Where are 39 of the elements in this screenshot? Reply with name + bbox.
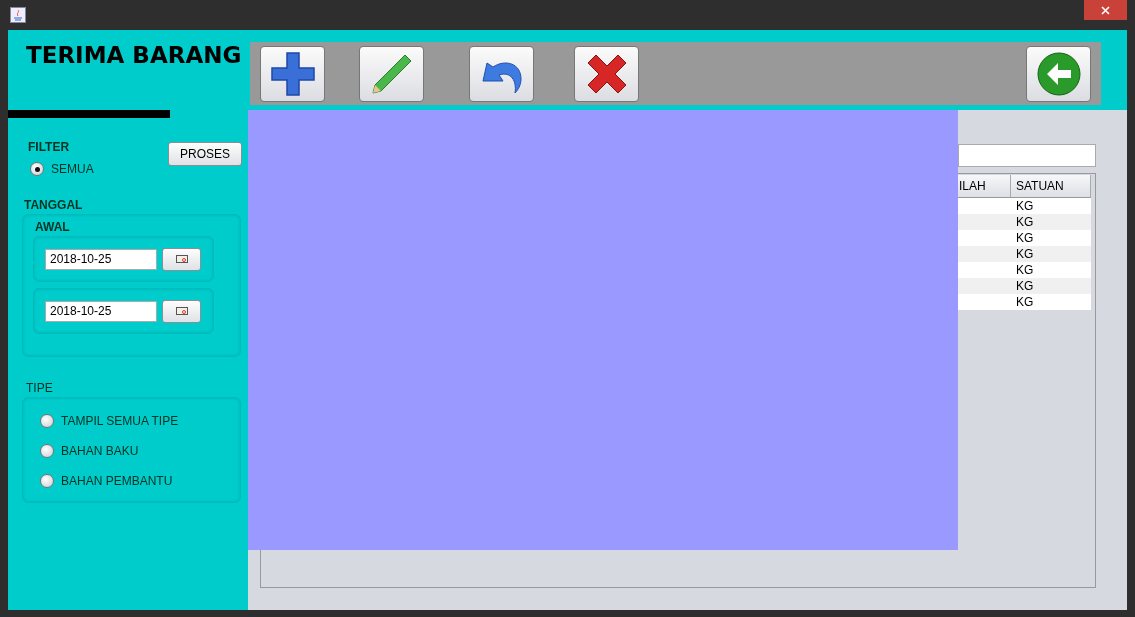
radio-button[interactable] bbox=[40, 414, 54, 428]
tanggal-label: TANGGAL bbox=[24, 198, 84, 212]
undo-button[interactable] bbox=[469, 45, 534, 102]
radio-label: SEMUA bbox=[51, 162, 94, 176]
column-header: ILAH bbox=[959, 175, 1011, 197]
close-button[interactable] bbox=[1084, 0, 1127, 20]
radio-button[interactable] bbox=[30, 162, 44, 176]
delete-button[interactable] bbox=[574, 45, 639, 102]
awal-label: AWAL bbox=[35, 220, 71, 234]
calendar-icon bbox=[175, 307, 188, 315]
search-field[interactable] bbox=[958, 144, 1096, 167]
back-button[interactable] bbox=[1026, 45, 1091, 102]
radio-label: BAHAN PEMBANTU bbox=[61, 474, 173, 488]
edit-button[interactable] bbox=[359, 45, 424, 102]
table-cell-text: KG bbox=[1015, 230, 1035, 246]
date-field[interactable]: 2018-10-25 bbox=[45, 248, 157, 270]
app-icon bbox=[10, 7, 26, 23]
proses-button[interactable]: PROSES bbox=[168, 142, 242, 166]
calendar-button[interactable] bbox=[162, 247, 201, 271]
tipe-label: TIPE bbox=[26, 381, 54, 395]
page-title: TERIMA BARANG bbox=[25, 41, 243, 68]
column-header: SATUAN bbox=[1011, 175, 1091, 197]
radio-button[interactable] bbox=[40, 444, 54, 458]
close-icon bbox=[1101, 5, 1110, 15]
radio-label: BAHAN BAKU bbox=[61, 444, 139, 458]
plus-icon bbox=[269, 50, 316, 97]
radio-label: TAMPIL SEMUA TIPE bbox=[61, 414, 179, 428]
filter-label: FILTER bbox=[28, 140, 71, 154]
calendar-button[interactable] bbox=[162, 299, 201, 323]
table-cell-text: KG bbox=[1015, 214, 1035, 230]
table-cell-text: KG bbox=[1015, 294, 1035, 310]
table-cell-text: KG bbox=[1015, 278, 1035, 294]
table-cell-text: KG bbox=[1015, 198, 1035, 214]
radio-button[interactable] bbox=[40, 474, 54, 488]
calendar-icon bbox=[175, 255, 188, 263]
table-cell-text: KG bbox=[1015, 262, 1035, 278]
add-button[interactable] bbox=[260, 45, 325, 102]
date-field[interactable]: 2018-10-25 bbox=[45, 300, 157, 322]
table-cell-text: KG bbox=[1015, 246, 1035, 262]
